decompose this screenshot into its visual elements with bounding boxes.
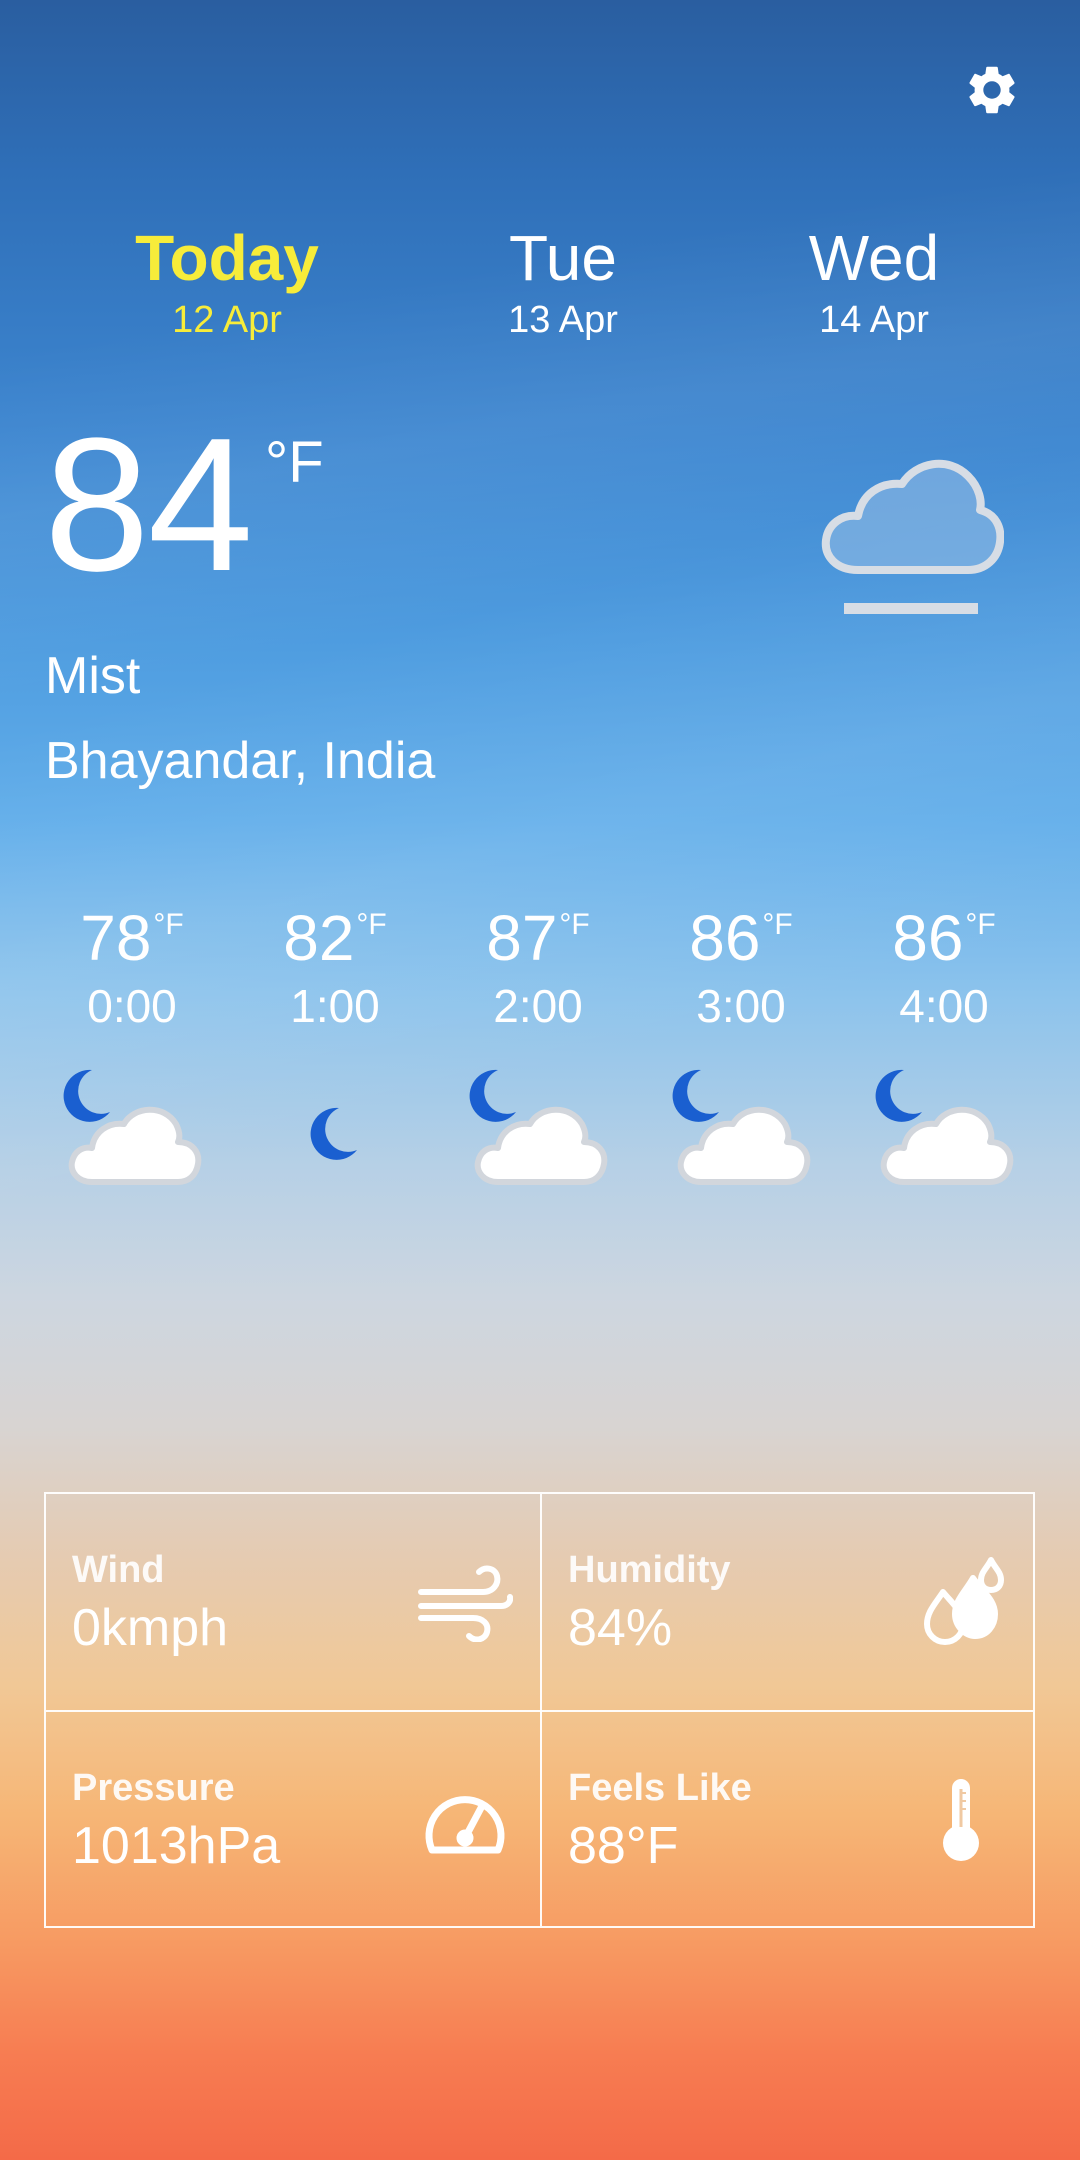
hour-temp: 86°F: [651, 900, 831, 976]
feels-like-label: Feels Like: [568, 1767, 752, 1809]
hour-temp: 82°F: [245, 900, 425, 976]
feels-like-value: 88°F: [568, 1817, 679, 1875]
pressure-icon-wrap: [415, 1772, 515, 1868]
humidity-icon-wrap: [911, 1554, 1011, 1650]
hourly-forecast-item: 87°F 2:00: [448, 900, 628, 1185]
hour-time: 4:00: [899, 980, 989, 1032]
day-name: Wed: [808, 222, 940, 294]
tab-today[interactable]: Today 12 Apr: [97, 220, 357, 342]
thermometer-icon: [943, 1779, 979, 1861]
humidity-card: Humidity 84%: [542, 1494, 1035, 1710]
hour-temp: 78°F: [42, 900, 222, 976]
weather-details-grid: Wind 0kmph Humidity 84% Pressure 1013hPa…: [44, 1492, 1035, 1928]
hour-temp-value: 82: [283, 902, 355, 974]
tab-wed[interactable]: Wed 14 Apr: [744, 220, 1004, 342]
partly-cloudy-night-icon: [469, 1069, 608, 1185]
pressure-label: Pressure: [72, 1767, 235, 1809]
hour-time: 1:00: [290, 980, 380, 1032]
hourly-forecast-item: 86°F 4:00: [854, 900, 1034, 1185]
feels-like-card: Feels Like 88°F: [542, 1712, 1035, 1928]
hour-temp-unit: °F: [965, 908, 996, 941]
wind-card: Wind 0kmph: [46, 1494, 539, 1710]
pressure-gauge-icon: [425, 1796, 505, 1854]
hour-time: 3:00: [696, 980, 786, 1032]
hourly-forecast-item: 78°F 0:00: [42, 900, 222, 1185]
weather-screen: Today 12 Apr Tue 13 Apr Wed 14 Apr 84 °F…: [0, 0, 1080, 2160]
gear-icon: [969, 66, 1015, 114]
settings-button[interactable]: [960, 58, 1024, 122]
current-temperature: 84: [44, 399, 253, 611]
pressure-value: 1013hPa: [72, 1817, 281, 1875]
location-name: Bhayandar, India: [45, 732, 436, 790]
hour-temp-unit: °F: [559, 908, 590, 941]
mist-icon: [821, 459, 1004, 614]
day-name: Tue: [509, 222, 617, 294]
hour-temp-value: 86: [689, 902, 761, 974]
hour-temp: 86°F: [854, 900, 1034, 976]
hour-temp-value: 87: [486, 902, 558, 974]
hour-temp-value: 86: [892, 902, 964, 974]
hourly-forecast-item: 86°F 3:00: [651, 900, 831, 1185]
partly-cloudy-night-icon: [875, 1069, 1014, 1185]
hour-temp-value: 78: [80, 902, 152, 974]
tab-tue[interactable]: Tue 13 Apr: [433, 220, 693, 342]
hour-temp: 87°F: [448, 900, 628, 976]
partly-cloudy-night-icon: [63, 1069, 202, 1185]
hour-temp-unit: °F: [762, 908, 793, 941]
hourly-forecast-item: 82°F 1:00: [245, 900, 425, 1160]
day-name: Today: [135, 222, 319, 294]
wind-icon: [418, 1565, 513, 1642]
pressure-card: Pressure 1013hPa: [46, 1712, 539, 1928]
day-date: 13 Apr: [508, 299, 618, 341]
wind-label: Wind: [72, 1549, 165, 1591]
wind-icon-wrap: [415, 1554, 515, 1650]
wind-value: 0kmph: [72, 1599, 229, 1657]
hour-temp-unit: °F: [153, 908, 184, 941]
current-temperature-unit: °F: [265, 430, 324, 495]
hour-time: 2:00: [493, 980, 583, 1032]
day-date: 12 Apr: [172, 299, 282, 341]
humidity-icon: [924, 1557, 1004, 1645]
partly-cloudy-night-icon: [672, 1069, 811, 1185]
weather-condition: Mist: [45, 647, 141, 705]
humidity-value: 84%: [568, 1599, 673, 1657]
humidity-label: Humidity: [568, 1549, 731, 1591]
day-date: 14 Apr: [819, 299, 929, 341]
hour-time: 0:00: [87, 980, 177, 1032]
thermometer-icon-wrap: [911, 1772, 1011, 1868]
hour-temp-unit: °F: [356, 908, 387, 941]
moon-icon: [310, 1107, 357, 1160]
